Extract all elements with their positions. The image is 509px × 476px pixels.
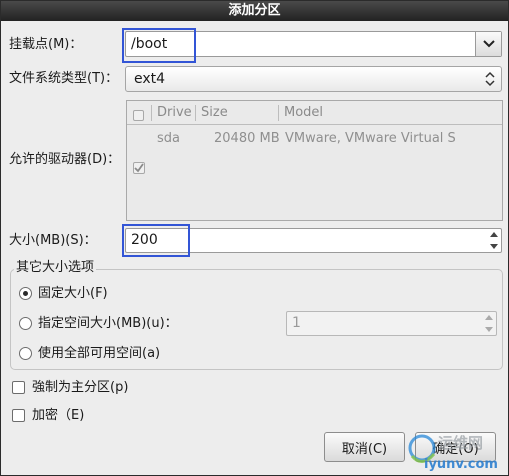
dialog-title: 添加分区 — [228, 3, 281, 18]
size-spinbox[interactable]: 200 — [125, 228, 502, 253]
mount-point-label: 挂载点(M)： — [9, 37, 83, 52]
drive-list-header: Drive Size Model — [127, 101, 502, 125]
size-options-title: 其它大小选项 — [14, 260, 97, 276]
fill-to-radio[interactable] — [19, 317, 32, 330]
add-partition-dialog: 添加分区 挂载点(M)： /boot 文件系统类型(T)： ext4 允许的驱动… — [0, 0, 509, 476]
drive-sda-checkbox[interactable] — [133, 162, 145, 174]
fill-to-input[interactable]: 1 — [292, 312, 301, 335]
fs-type-label: 文件系统类型(T)： — [9, 71, 119, 86]
fill-to-spin-buttons[interactable] — [482, 312, 496, 335]
checkmark-icon — [134, 163, 144, 173]
dialog-titlebar: 添加分区 — [1, 1, 508, 21]
drives-label: 允许的驱动器(D)： — [9, 152, 121, 167]
mount-point-combo[interactable]: /boot — [125, 31, 502, 57]
spin-up-icon[interactable] — [490, 232, 498, 238]
spin-down-icon[interactable] — [490, 243, 498, 249]
chevron-down-icon — [482, 40, 495, 48]
encrypt-checkbox[interactable] — [12, 409, 25, 422]
updown-arrows-icon — [485, 71, 495, 87]
fs-type-value: ext4 — [134, 71, 166, 87]
column-drive[interactable]: Drive — [157, 105, 192, 120]
column-model[interactable]: Model — [284, 105, 323, 120]
force-primary-label[interactable]: 強制为主分区(p) — [32, 380, 128, 396]
site-watermark: 运维网 iyunv.com — [408, 434, 498, 472]
mount-point-dropdown-button[interactable] — [475, 32, 501, 56]
drive-model: VMware, VMware Virtual S — [285, 131, 456, 146]
fill-to-label[interactable]: 指定空间大小(MB)(u)： — [38, 316, 178, 332]
drive-list[interactable]: Drive Size Model sda 20480 MB VMware, VM… — [126, 100, 503, 221]
fs-type-select[interactable]: ext4 — [125, 66, 502, 92]
column-size[interactable]: Size — [201, 105, 228, 120]
fixed-size-radio[interactable] — [19, 287, 32, 300]
encrypt-label[interactable]: 加密（E) — [32, 408, 84, 424]
watermark-line1: 运维网 — [438, 434, 483, 452]
header-checkbox — [133, 110, 144, 121]
force-primary-checkbox[interactable] — [12, 381, 25, 394]
cancel-button-label: 取消(C) — [341, 441, 388, 457]
size-input[interactable]: 200 — [131, 229, 158, 252]
watermark-line2: iyunv.com — [424, 457, 498, 472]
fixed-size-label[interactable]: 固定大小(F) — [38, 286, 108, 302]
size-label: 大小(MB)(S)： — [9, 233, 97, 248]
fill-all-radio[interactable] — [19, 347, 32, 360]
spin-down-icon[interactable] — [485, 326, 493, 332]
drive-size: 20480 MB — [214, 131, 280, 146]
mount-point-input[interactable]: /boot — [131, 32, 167, 56]
drive-name: sda — [157, 131, 180, 146]
size-spin-buttons[interactable] — [487, 229, 501, 252]
fill-to-spinbox[interactable]: 1 — [286, 311, 497, 336]
spin-up-icon[interactable] — [485, 315, 493, 321]
fill-all-label[interactable]: 使用全部可用空间(a) — [38, 346, 160, 362]
cancel-button[interactable]: 取消(C) — [324, 432, 405, 462]
